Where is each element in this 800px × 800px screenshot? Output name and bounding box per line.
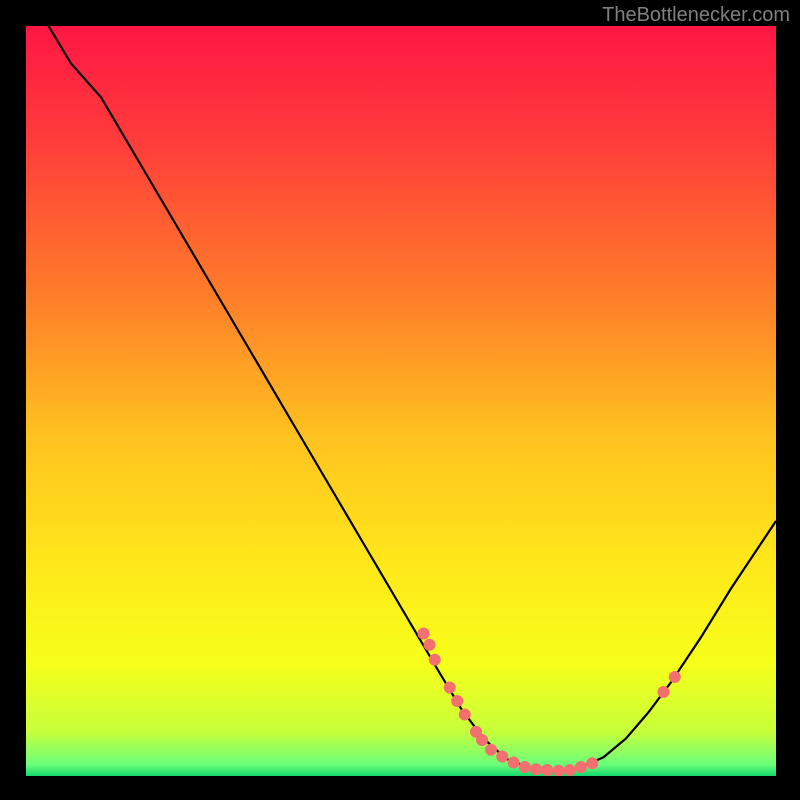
data-marker	[496, 751, 508, 763]
data-marker	[541, 764, 553, 776]
data-marker	[519, 761, 531, 773]
chart-background	[26, 26, 776, 776]
chart-plot	[26, 26, 776, 776]
data-marker	[451, 695, 463, 707]
data-marker	[508, 757, 520, 769]
data-marker	[575, 761, 587, 773]
data-marker	[424, 639, 436, 651]
data-marker	[669, 671, 681, 683]
data-marker	[658, 686, 670, 698]
data-marker	[444, 682, 456, 694]
data-marker	[418, 628, 430, 640]
data-marker	[485, 744, 497, 756]
watermark-text: TheBottlenecker.com	[602, 4, 790, 27]
data-marker	[429, 654, 441, 666]
data-marker	[530, 763, 542, 775]
data-marker	[586, 757, 598, 769]
data-marker	[564, 764, 576, 776]
data-marker	[476, 734, 488, 746]
data-marker	[459, 709, 471, 721]
